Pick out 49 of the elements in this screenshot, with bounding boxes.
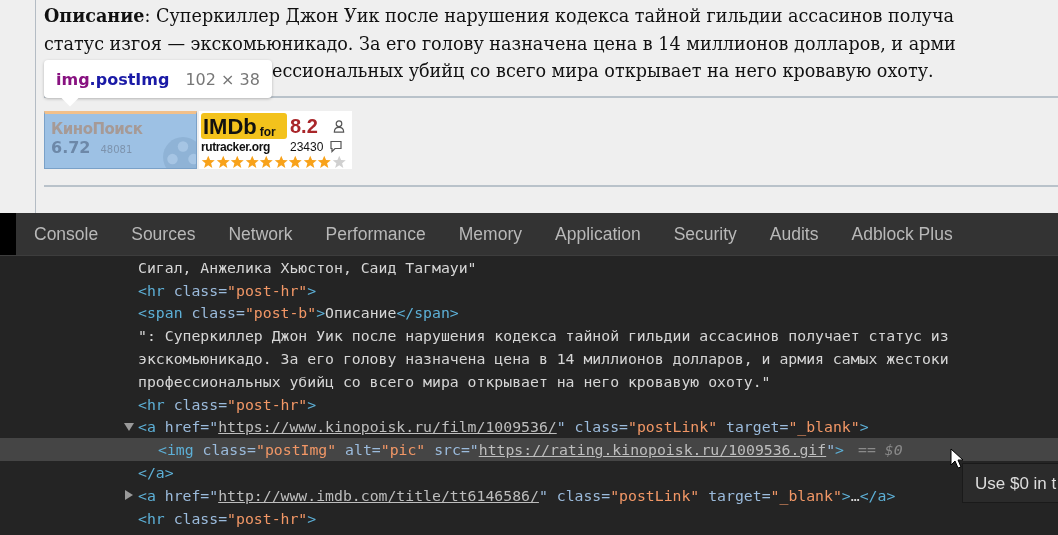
code-line[interactable]: экскомьюникадо. За его голову назначена цена в 14 миллионов долларов, и армия самых жестоки: [138, 350, 949, 368]
devtools-tab[interactable]: Console: [34, 213, 99, 255]
code-line[interactable]: <img class="postImg" alt="pic" src="https://rating.kinopoisk.ru/1009536.gif">: [158, 441, 844, 459]
comment-icon: [330, 140, 342, 153]
expand-triangle-icon[interactable]: [124, 421, 134, 432]
star-icon: [317, 154, 332, 169]
star-icon: [259, 154, 274, 169]
star-icon: [273, 154, 288, 169]
devtools-tab[interactable]: Sources: [131, 213, 196, 255]
code-line[interactable]: <hr class="post-hr">: [138, 509, 317, 527]
code-line[interactable]: профессиональных убийц со всего мира открывает на него кровавую охоту.": [138, 372, 771, 390]
code-line[interactable]: <hr class="post-hr">: [138, 395, 317, 413]
devtools-tab[interactable]: Network: [228, 213, 293, 255]
devtools-tab[interactable]: Performance: [325, 213, 426, 255]
code-line[interactable]: ": Суперкиллер Джон Уик после нарушения кодекса тайной гильдии ассасинов получает статус из: [138, 327, 949, 345]
imdb-votes: 23430: [290, 139, 325, 154]
star-icon: [302, 154, 317, 169]
devtools-tab[interactable]: Memory: [458, 213, 522, 255]
site-label: rutracker.org: [201, 139, 271, 154]
expand-triangle-icon[interactable]: [124, 490, 134, 501]
code-line[interactable]: <hr class="post-hr">: [138, 281, 317, 299]
code-line[interactable]: <a href="https://www.kinopoisk.ru/film/1009536/" class="postLink" target="_blank">: [138, 418, 869, 436]
closing-tag-line[interactable]: </a>: [138, 464, 174, 482]
code-line[interactable]: Сигал, Анжелика Хьюстон, Саид Тагмауи": [138, 258, 477, 276]
devtools-tab[interactable]: Application: [555, 213, 641, 255]
star-icon: [215, 154, 230, 169]
devtools-tab[interactable]: Adblock Plus: [851, 213, 953, 255]
imdb-rating-badge[interactable]: IMDb for 8.2 rutracker.org 23430: [199, 110, 352, 169]
element-size: 102 × 38: [185, 69, 260, 89]
star-icon: [331, 154, 346, 169]
code-line[interactable]: <span class="post-b">Описание</span>: [138, 304, 459, 322]
mouse-cursor-icon: [950, 448, 964, 470]
star-icon: [244, 154, 259, 169]
imdb-logo: IMDb for: [201, 113, 287, 139]
star-icon: [288, 154, 303, 169]
description-text: ессиональных убийц со всего мира открывает на него кровавую охоту.: [272, 60, 934, 83]
person-icon: [333, 119, 345, 133]
star-icon: [201, 154, 216, 169]
imdb-rating: 8.2: [290, 114, 319, 138]
console-reference: == $0: [858, 441, 903, 459]
element-selector: img.postImg: [56, 69, 170, 89]
code-line[interactable]: <a href="http://www.imdb.com/title/tt6146586/" class="postLink" target="_blank">…</a>: [138, 486, 896, 504]
devtools-tab[interactable]: Security: [673, 213, 737, 255]
hint-tooltip: Use $0 in t: [962, 463, 1058, 503]
devtools-tab[interactable]: Audits: [769, 213, 819, 255]
kinopoisk-rating: 6.72: [51, 137, 91, 157]
star-icon: [230, 154, 245, 169]
toolbar-edge-block: [0, 213, 16, 255]
kinopoisk-logo: КиноПоиск: [51, 119, 144, 138]
